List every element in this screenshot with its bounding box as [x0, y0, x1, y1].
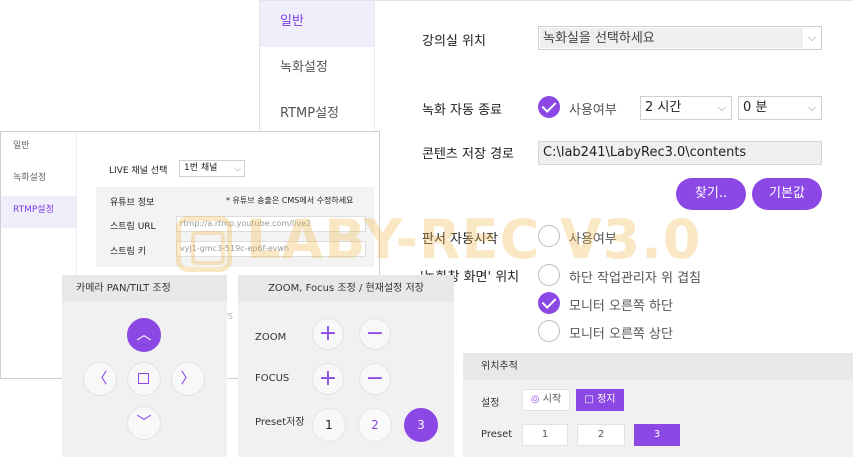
hours-select[interactable]: 2 시간 ⌵: [640, 96, 732, 120]
classroom-select-value: 녹화실을 선택하세요: [540, 28, 803, 48]
focus-in-button[interactable]: +: [312, 363, 344, 395]
tilt-down-button[interactable]: ﹀: [127, 406, 161, 440]
tracking-panel: 위치추적 설정 ◎ 시작 □ 정지 Preset 1 2 3: [463, 353, 853, 457]
preset-save-1-button[interactable]: 1: [312, 408, 346, 442]
chevron-down-icon: ⌵: [807, 101, 816, 114]
window-pos-option-taskbar: 하단 작업관리자 위 겹침: [569, 271, 701, 286]
sidebar-item-general[interactable]: 일반: [260, 1, 374, 47]
tracking-stop-label: 정지: [597, 394, 616, 405]
content-path-label: 콘텐츠 저장 경로: [422, 147, 514, 162]
live-channel-select[interactable]: 1번 채널 ⌵: [179, 160, 245, 177]
board-auto-checkbox[interactable]: [538, 225, 560, 247]
auto-stop-use-label: 사용여부: [569, 103, 617, 118]
classroom-label: 강의실 위치: [422, 34, 486, 49]
stream-url-input[interactable]: rtmp://a.rtmp.youtube.com/live2: [176, 216, 366, 232]
board-auto-label: 판서 자동시작: [422, 232, 498, 247]
minutes-select-value: 0 분: [743, 100, 768, 115]
focus-label: FOCUS: [255, 373, 290, 384]
tracking-start-button[interactable]: ◎ 시작: [522, 389, 570, 411]
chevron-down-icon: ⌵: [717, 101, 726, 114]
zoom-focus-panel: ZOOM, Focus 조정 / 현재설정 저장 ZOOM + − FOCUS …: [238, 275, 454, 457]
pan-right-button[interactable]: 〉: [171, 362, 205, 396]
default-button[interactable]: 기본값: [752, 178, 822, 210]
sidebar-item-recording[interactable]: 녹화설정: [1, 164, 76, 196]
sidebar-item-recording[interactable]: 녹화설정: [260, 47, 374, 93]
youtube-note: * 유튜브 송출은 CMS에서 수정하세요: [226, 196, 354, 205]
hours-select-value: 2 시간: [645, 100, 682, 115]
chevron-left-icon: 〈: [92, 369, 108, 387]
stream-key-input[interactable]: vyj1-gmc3-519c-ep6f-evwh: [176, 241, 366, 257]
tracking-start-label: 시작: [542, 394, 562, 405]
pantilt-title: 카메라 PAN/TILT 조정: [62, 275, 227, 302]
window-pos-option-top-right: 모니터 오른쪽 상단: [569, 327, 673, 342]
chevron-down-icon: ⌵: [807, 31, 816, 44]
zoom-label: ZOOM: [255, 332, 287, 343]
content-path-field[interactable]: C:\lab241\LabyRec3.0\contents: [538, 141, 822, 165]
zoom-in-button[interactable]: +: [312, 318, 344, 350]
preset-save-label: Preset저장: [255, 417, 305, 428]
tilt-up-button[interactable]: ︿: [127, 318, 161, 352]
classroom-select[interactable]: 녹화실을 선택하세요 ⌵: [538, 26, 822, 50]
tracking-preset-label: Preset: [481, 429, 513, 440]
tracking-preset-2-button[interactable]: 2: [577, 424, 625, 446]
youtube-info-box: 유튜브 정보 * 유튜브 송출은 CMS에서 수정하세요 스트림 URL rtm…: [96, 187, 374, 267]
chevron-up-icon: ︿: [136, 325, 152, 343]
tracking-stop-button[interactable]: □ 정지: [576, 389, 624, 411]
focus-out-button[interactable]: −: [359, 363, 391, 395]
tracking-preset-1-button[interactable]: 1: [522, 424, 568, 446]
auto-stop-checkbox[interactable]: [538, 96, 560, 118]
find-button[interactable]: 찾기..: [676, 178, 746, 210]
home-square-icon: [138, 373, 149, 384]
live-channel-value: 1번 채널: [184, 163, 218, 173]
pantilt-home-button[interactable]: [127, 362, 161, 396]
zoom-out-button[interactable]: −: [359, 318, 391, 350]
window-pos-radio-top-right[interactable]: [538, 320, 560, 342]
sidebar-item-rtmp[interactable]: RTMP설정: [1, 196, 76, 228]
pan-left-button[interactable]: 〈: [83, 362, 117, 396]
stream-key-label: 스트림 키: [110, 247, 146, 257]
chevron-down-icon: ⌵: [234, 164, 241, 173]
window-pos-option-bottom-right: 모니터 오른쪽 하단: [569, 299, 673, 314]
tracking-preset-3-button[interactable]: 3: [634, 424, 680, 446]
board-auto-use-label: 사용여부: [569, 232, 617, 247]
pantilt-panel: 카메라 PAN/TILT 조정 ︿ 〈 〉 ﹀: [62, 275, 227, 457]
target-icon: ◎: [530, 394, 540, 405]
window-pos-radio-taskbar[interactable]: [538, 264, 560, 286]
stream-url-label: 스트림 URL: [110, 222, 156, 232]
preset-save-3-button[interactable]: 3: [404, 408, 438, 442]
chevron-down-icon: ﹀: [136, 413, 152, 431]
window-pos-radio-bottom-right[interactable]: [538, 292, 560, 314]
zoom-panel-title: ZOOM, Focus 조정 / 현재설정 저장: [238, 275, 454, 302]
minutes-select[interactable]: 0 분 ⌵: [738, 96, 822, 120]
auto-stop-label: 녹화 자동 종료: [422, 103, 503, 118]
chevron-right-icon: 〉: [180, 369, 196, 387]
preset-save-2-button[interactable]: 2: [358, 408, 392, 442]
tracking-title: 위치추적: [463, 353, 853, 380]
live-channel-label: LIVE 채널 선택: [109, 166, 168, 176]
stop-square-icon: □: [584, 394, 594, 405]
youtube-info-label: 유튜브 정보: [110, 198, 155, 208]
tracking-setting-label: 설정: [481, 398, 500, 409]
sidebar-item-general[interactable]: 일반: [1, 132, 76, 164]
